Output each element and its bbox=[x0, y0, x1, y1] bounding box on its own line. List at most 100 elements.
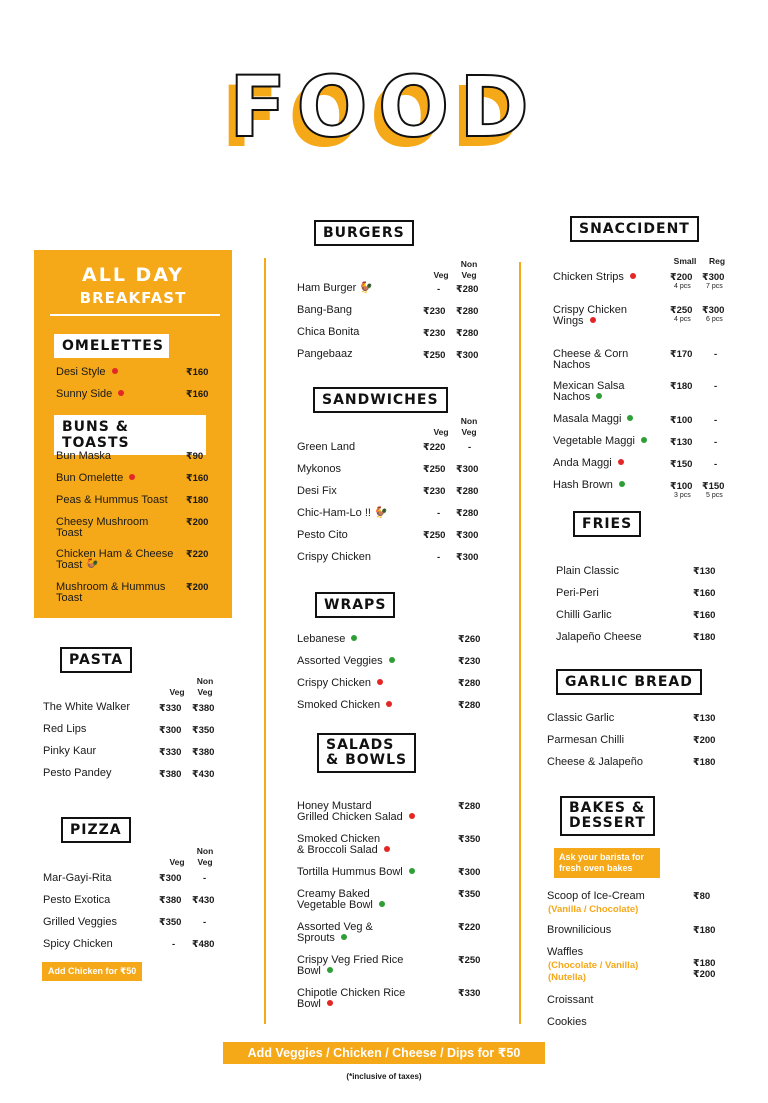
item-name: & Broccoli Salad bbox=[297, 844, 378, 856]
bakes-title-2: DESSERT bbox=[569, 815, 646, 831]
col-nonveg-2: Veg bbox=[461, 427, 477, 437]
list-item: Crispy Chicken bbox=[297, 678, 383, 689]
item-name: Crispy Chicken bbox=[297, 677, 371, 689]
veg-dot-icon bbox=[378, 901, 385, 907]
nonveg-dot-icon bbox=[629, 273, 636, 279]
price-nonveg: ₹480 bbox=[192, 939, 215, 950]
list-item: Chilli Garlic bbox=[556, 609, 612, 621]
veg-dot-icon bbox=[596, 393, 603, 399]
list-item: Classic Garlic bbox=[547, 712, 615, 724]
list-item: Jalapeño Cheese bbox=[556, 631, 642, 643]
price-veg: ₹230 bbox=[423, 486, 446, 497]
breakfast-title-2: BREAKFAST bbox=[79, 289, 187, 307]
item-price: ₹330 bbox=[458, 988, 481, 999]
item-name: Anda Maggi bbox=[553, 457, 612, 469]
list-item: Chicken Strips bbox=[553, 272, 636, 283]
item-name: Bun Omelette bbox=[56, 472, 124, 484]
list-item: Pinky Kaur bbox=[43, 745, 97, 757]
item-price: ₹250 bbox=[458, 955, 481, 966]
price-veg: ₹230 bbox=[423, 306, 446, 317]
item-price: ₹180 bbox=[693, 632, 716, 643]
col-nonveg-1: Non bbox=[196, 846, 214, 856]
list-item-cont: Vegetable Bowl bbox=[297, 900, 385, 911]
item-name: Assorted Veggies bbox=[297, 655, 383, 667]
item-price: ₹160 bbox=[693, 610, 716, 621]
nonveg-dot-icon bbox=[408, 813, 415, 819]
price-nonveg: - bbox=[203, 873, 207, 884]
list-item: Peas & Hummus Toast bbox=[56, 495, 168, 506]
veg-dot-icon bbox=[618, 481, 625, 487]
price-veg: ₹380 bbox=[159, 769, 182, 780]
col-veg: Veg bbox=[169, 857, 185, 867]
snaccident-header: SNACCIDENT bbox=[565, 216, 699, 244]
list-item: Cheese & Jalapeño bbox=[547, 756, 644, 768]
price-reg: ₹150 bbox=[702, 481, 725, 492]
item-name: Toast bbox=[56, 592, 83, 604]
item-price: ₹160 bbox=[186, 367, 209, 378]
col-reg: Reg bbox=[708, 256, 726, 266]
price-nonveg: ₹300 bbox=[456, 464, 479, 475]
item-price: ₹180 bbox=[693, 958, 716, 969]
burgers-header: BURGERS bbox=[309, 220, 414, 248]
list-item: Desi Style bbox=[56, 367, 118, 378]
price-small: ₹100 bbox=[670, 415, 693, 426]
list-item: Smoked Chicken bbox=[297, 700, 393, 711]
nonveg-dot-icon bbox=[326, 1000, 333, 1006]
item-price: ₹160 bbox=[693, 588, 716, 599]
wraps-header: WRAPS bbox=[309, 592, 396, 620]
item-name: Bun Maska bbox=[56, 450, 112, 462]
price-small: ₹200 bbox=[670, 272, 693, 283]
veg-dot-icon bbox=[627, 415, 634, 421]
list-item-cont: Grilled Chicken Salad bbox=[297, 812, 415, 823]
price-nonveg: - bbox=[468, 442, 472, 453]
col-nonveg-1: Non bbox=[196, 676, 214, 686]
fries-header: FRIES bbox=[567, 511, 642, 539]
small-qty: 3 pcs bbox=[674, 492, 691, 499]
item-options: (Vanilla / Chocolate) bbox=[548, 904, 639, 915]
list-item-cont: Sprouts bbox=[297, 933, 347, 944]
item-price: ₹180 bbox=[186, 495, 209, 506]
list-item-cont: Nachos bbox=[553, 359, 591, 371]
list-item: Bun Omelette bbox=[56, 472, 136, 484]
item-price: ₹80 bbox=[693, 891, 711, 902]
list-item: Cookies bbox=[547, 1016, 587, 1028]
price-veg: ₹250 bbox=[423, 464, 446, 475]
list-item: Desi Fix bbox=[297, 485, 337, 497]
veg-dot-icon bbox=[388, 657, 395, 663]
barista-note: Ask your barista for fresh oven bakes bbox=[554, 848, 660, 878]
list-item: The White Walker bbox=[43, 701, 131, 713]
nonveg-dot-icon bbox=[111, 368, 118, 374]
pizza-header: PIZZA bbox=[56, 817, 131, 845]
veg-dot-icon bbox=[340, 934, 347, 940]
price-reg: ₹300 bbox=[702, 272, 725, 283]
price-small: ₹130 bbox=[670, 437, 693, 448]
page-title: FOOD FOOD bbox=[0, 57, 768, 166]
price-small: ₹250 bbox=[670, 305, 693, 316]
col-veg: Veg bbox=[433, 270, 449, 280]
chicken-icon: 🐓 bbox=[373, 507, 388, 519]
price-reg: ₹300 bbox=[702, 305, 725, 316]
list-item: Brownilicious bbox=[547, 924, 612, 936]
col-veg: Veg bbox=[433, 427, 449, 437]
price-veg: ₹220 bbox=[423, 442, 446, 453]
list-item: Sunny Side bbox=[56, 389, 125, 400]
item-name: Ham Burger bbox=[297, 282, 357, 294]
veg-dot-icon bbox=[408, 868, 415, 874]
list-item: Pesto Cito bbox=[297, 529, 348, 541]
chicken-icon: 🐓 bbox=[85, 559, 99, 571]
item-options: (Nutella) bbox=[548, 972, 586, 983]
price-reg: - bbox=[714, 459, 718, 470]
breakfast-panel: ALL DAY BREAKFAST OMELETTES Desi Style ₹… bbox=[34, 250, 232, 618]
nonveg-dot-icon bbox=[589, 317, 596, 323]
price-veg: ₹300 bbox=[159, 725, 182, 736]
item-price: ₹220 bbox=[458, 922, 481, 933]
list-item-cont: Toast bbox=[56, 528, 82, 539]
reg-qty: 7 pcs bbox=[706, 283, 723, 290]
list-item: Chic-Ham-Lo !! 🐓 bbox=[297, 508, 388, 519]
salads-header: SALADS & BOWLS bbox=[311, 733, 417, 775]
list-item: Pangebaaz bbox=[297, 348, 353, 360]
list-item: Red Lips bbox=[43, 723, 87, 735]
pasta-header: PASTA bbox=[54, 647, 133, 675]
price-reg: - bbox=[714, 415, 718, 426]
price-small: ₹100 bbox=[670, 481, 693, 492]
